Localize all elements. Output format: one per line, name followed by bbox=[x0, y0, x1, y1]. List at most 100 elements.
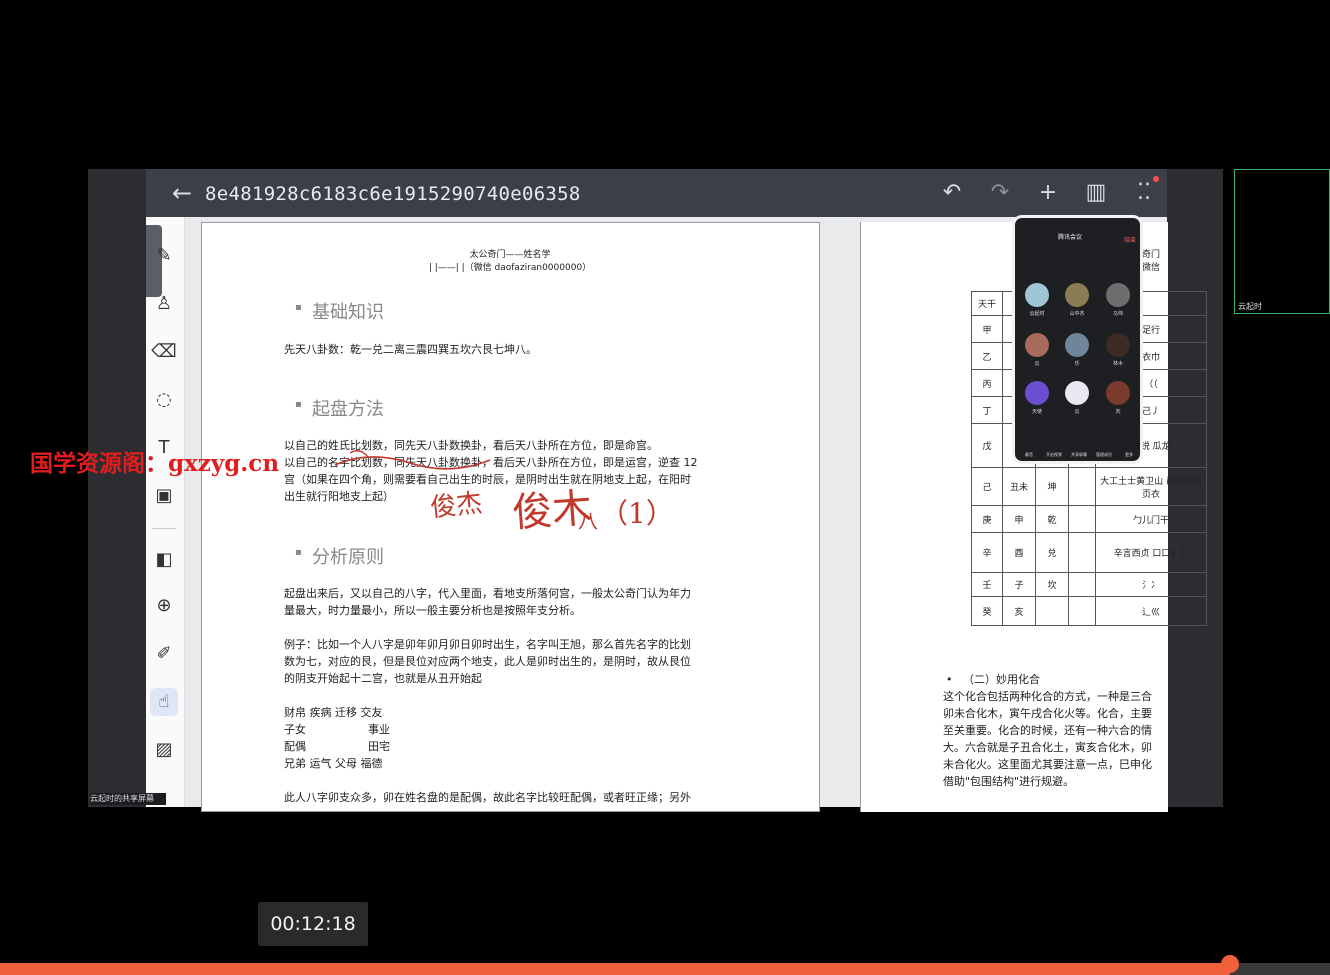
table-cell: 坎 bbox=[1035, 572, 1069, 597]
paragraph-analysis-2: 量最大，时力量最小，所以一般主要分析也是按照年支分析。 bbox=[284, 604, 581, 617]
participant-label: 云起时 bbox=[1029, 311, 1045, 317]
table-cell: 申 bbox=[1002, 505, 1036, 533]
participant-label: 林木 bbox=[1112, 361, 1123, 367]
highlighter-tool-icon[interactable]: ♙ bbox=[150, 290, 178, 318]
table-cell: 辶巛 bbox=[1095, 596, 1207, 626]
table-cell: 丁 bbox=[971, 396, 1003, 424]
table-cell bbox=[1068, 572, 1096, 597]
watermark: 国学资源阁：gxzyg.cn bbox=[30, 450, 280, 477]
table-cell: 乙 bbox=[971, 342, 1003, 370]
palace-row-2b: 事业 bbox=[368, 723, 390, 736]
paragraph-analysis-1: 起盘出来后，又以自己的八字，代入里面，看地支所落何宫，一般太公奇门认为年力 bbox=[284, 587, 691, 600]
page2-line-1: 这个化合包括两种化合的方式，一种是三合 bbox=[943, 690, 1152, 703]
table-cell bbox=[1068, 467, 1096, 506]
table-cell: 己 bbox=[971, 467, 1003, 506]
table-cell bbox=[1068, 505, 1096, 533]
avatar[interactable] bbox=[1106, 381, 1130, 405]
page2-header-1: 奇门 bbox=[1142, 250, 1161, 260]
paragraph-last: 此人八字卯支众多，卯在姓名盘的是配偶，故此名字比较旺配偶，或者旺正缘；另外 bbox=[284, 791, 691, 804]
table-cell bbox=[1068, 596, 1096, 626]
table-cell: 戊 bbox=[971, 423, 1003, 468]
bullet: ▪ bbox=[295, 399, 302, 410]
laser-tool-icon[interactable]: ✐ bbox=[150, 640, 178, 668]
section-title-basics: 基础知识 bbox=[312, 302, 384, 323]
participant-label: 云 bbox=[1074, 409, 1080, 415]
share-screen-label: 云起时的共享屏幕 bbox=[90, 793, 166, 805]
table-cell: 勹儿门干 bbox=[1095, 505, 1207, 533]
pattern-tool-icon[interactable]: ▨ bbox=[150, 736, 178, 764]
page-header-title: 太公奇门——姓名学 bbox=[469, 250, 551, 260]
undo-icon[interactable]: ↶ bbox=[937, 178, 967, 208]
avatar[interactable] bbox=[1025, 381, 1049, 405]
table-cell: 乾 bbox=[1035, 505, 1069, 533]
table-cell: 坤 bbox=[1035, 467, 1069, 506]
table-row: 辛酉兑辛言西贞 口口讠夕 bbox=[971, 532, 1207, 573]
page2-line-4: 大。六合就是子丑合化土，寅亥合化木，卯 bbox=[943, 741, 1152, 754]
table-cell: 氵冫 bbox=[1095, 572, 1207, 597]
participant-thumbnail[interactable] bbox=[1234, 169, 1330, 314]
meeting-footer-button[interactable]: 开启视频 bbox=[1042, 452, 1066, 458]
arrow-left-icon[interactable]: ← bbox=[168, 178, 196, 208]
meeting-title: 腾讯会议 bbox=[1057, 234, 1082, 241]
participant-label: 乐 bbox=[1074, 361, 1080, 367]
participant-label: 云 bbox=[1034, 361, 1040, 367]
table-row: 己丑未坤大工土士黄卫山 邑臣米肉页衣 bbox=[971, 467, 1207, 506]
eraser-tool-icon[interactable]: ⌫ bbox=[150, 338, 178, 366]
table-cell: 辛言西贞 口口讠夕 bbox=[1095, 532, 1207, 573]
meeting-footer-button[interactable]: 共享屏幕 bbox=[1067, 452, 1091, 458]
bullet: ▪ bbox=[295, 302, 302, 313]
handwriting-strokes bbox=[334, 450, 491, 470]
table-cell bbox=[1068, 532, 1096, 573]
paragraph-example-3: 的阴支开始起十二宫，也就是从丑开始起 bbox=[284, 672, 482, 685]
handwriting-ink-4: （1） bbox=[600, 497, 674, 530]
page2-line-2: 卯未合化木，寅午戌合化火等。化合，主要 bbox=[943, 707, 1152, 720]
table-cell: 丙 bbox=[971, 369, 1003, 397]
hand-tool-icon[interactable]: ☝ bbox=[150, 688, 178, 716]
paragraph-example-1: 例子：比如一个人八字是卯年卯月卯日卯时出生，名字叫王旭，那么首先名字的比划 bbox=[284, 638, 691, 651]
redo-icon[interactable]: ↷ bbox=[985, 178, 1015, 208]
notification-dot bbox=[1153, 176, 1159, 182]
more-icon[interactable]: ⁚⁚ bbox=[1129, 178, 1159, 208]
handwriting-ink-1: 俊杰 bbox=[428, 488, 484, 524]
image-tool-icon[interactable]: ▣ bbox=[150, 482, 178, 510]
page2-header-2: 微信 bbox=[1142, 263, 1161, 273]
table-row: 癸亥 辶巛 bbox=[971, 596, 1207, 626]
paragraph-basics: 先天八卦数：乾一兑二离三震四巽五坎六艮七坤八。 bbox=[284, 343, 537, 356]
avatar[interactable] bbox=[1025, 283, 1049, 307]
section-title-analysis: 分析原则 bbox=[312, 547, 384, 568]
table-row: 壬子坎 氵冫 bbox=[971, 572, 1207, 597]
table-cell: 辛 bbox=[971, 532, 1003, 573]
meeting-footer-button[interactable]: 静音 bbox=[1017, 452, 1041, 458]
shape-tool-icon[interactable]: ◧ bbox=[150, 546, 178, 574]
pen-tool-icon[interactable]: ✎ bbox=[150, 242, 178, 270]
video-progress-fill bbox=[0, 963, 1231, 975]
palace-row-3b: 田宅 bbox=[368, 740, 390, 753]
avatar[interactable] bbox=[1025, 333, 1049, 357]
participant-label: 刘 bbox=[1115, 409, 1121, 415]
zoom-tool-icon[interactable]: ⊕ bbox=[150, 592, 178, 620]
split-view-icon[interactable]: ▥ bbox=[1081, 178, 1111, 208]
palace-row-3a: 配偶 bbox=[284, 740, 306, 753]
avatar[interactable] bbox=[1065, 333, 1089, 357]
avatar[interactable] bbox=[1106, 283, 1130, 307]
avatar[interactable] bbox=[1065, 381, 1089, 405]
participant-label: 山中杰 bbox=[1069, 311, 1085, 317]
table-cell: 亥 bbox=[1002, 596, 1036, 626]
add-icon[interactable]: + bbox=[1033, 178, 1063, 208]
table-cell: 甲 bbox=[971, 315, 1003, 343]
table-cell: 壬 bbox=[971, 572, 1003, 597]
video-timestamp: 00:12:18 bbox=[258, 902, 368, 946]
lasso-tool-icon[interactable]: ◌ bbox=[150, 386, 178, 414]
table-cell: 大工土士黄卫山 邑臣米肉页衣 bbox=[1095, 467, 1207, 506]
meeting-footer-button[interactable]: 更多 bbox=[1117, 452, 1141, 458]
table-cell: 丑未 bbox=[1002, 467, 1036, 506]
page2-line-6: 借助"包围结构"进行规避。 bbox=[943, 775, 1075, 788]
screen-left-margin bbox=[88, 169, 146, 807]
participant-name: 云起时 bbox=[1238, 302, 1262, 311]
meeting-end-button[interactable]: 结束 bbox=[1124, 235, 1136, 244]
document-title: 8e481928c6183c6e1915290740e06358 bbox=[205, 183, 581, 205]
avatar[interactable] bbox=[1106, 333, 1130, 357]
meeting-footer-button[interactable]: 管理成员 bbox=[1092, 452, 1116, 458]
avatar[interactable] bbox=[1065, 283, 1089, 307]
table-cell bbox=[1035, 596, 1069, 626]
